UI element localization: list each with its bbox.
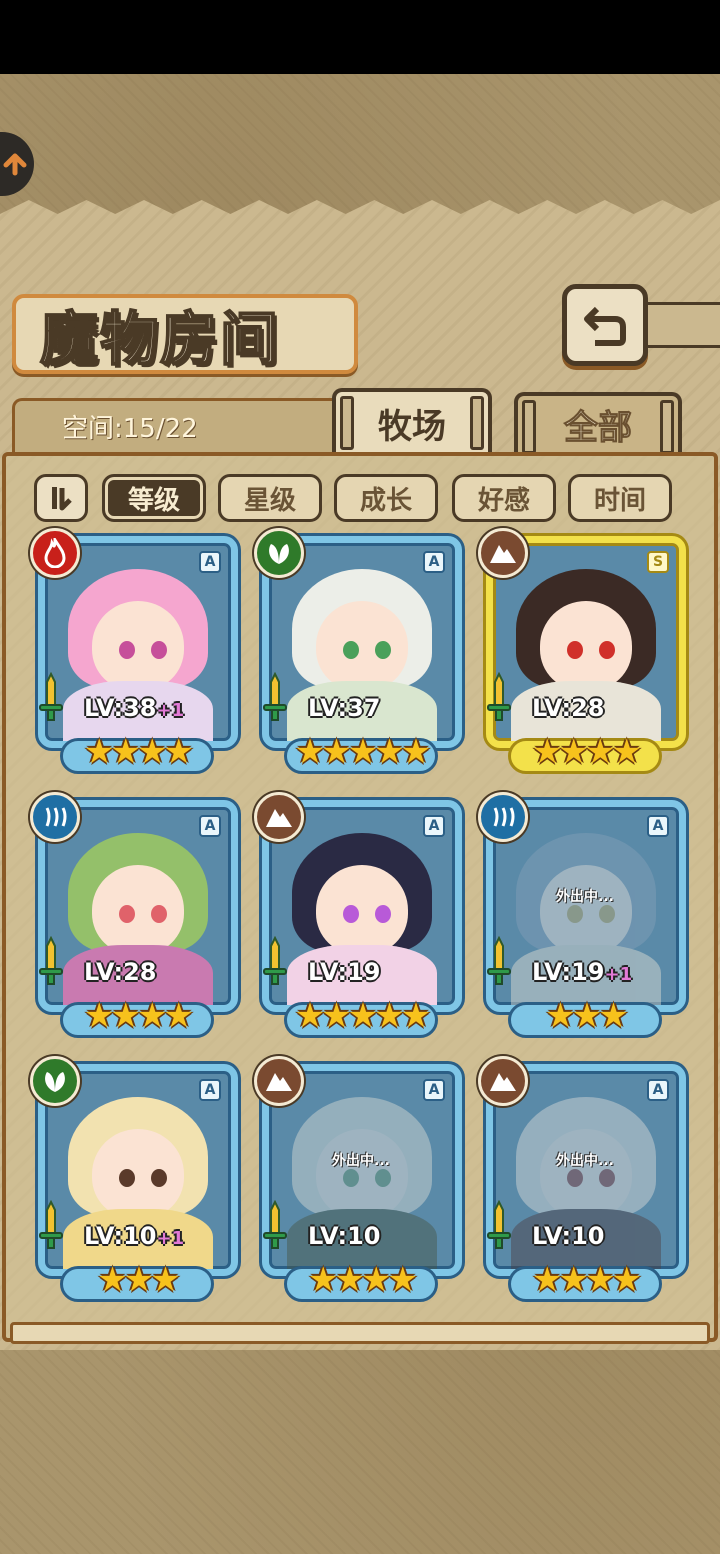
monster-card[interactable]: A 外出中... LV:10 ★★★★ [254,1056,464,1302]
monster-card[interactable]: A 外出中... LV:19+1 ★★★ [478,792,688,1038]
star-rating: ★★★★ [84,996,194,1036]
earth-element-icon [254,1056,304,1106]
level-value: LV:28 [84,958,157,986]
level-value: LV:38 [84,694,157,722]
rank-badge: A [423,551,445,573]
sword-icon [39,672,63,721]
leaf-element-icon [30,1056,80,1106]
level-label: LV:37 [308,694,380,722]
rank-badge: A [423,1079,445,1101]
monster-card[interactable]: A 外出中... LV:10 ★★★★ [478,1056,688,1302]
rank-badge: A [199,551,221,573]
earth-element-icon [478,528,528,578]
sword-icon [487,1200,511,1249]
away-status: 外出中... [556,889,614,905]
level-label: LV:10 [532,1222,604,1250]
rank-badge: A [647,815,669,837]
level-label: LV:10 [308,1222,380,1250]
sword-icon [263,936,287,985]
return-icon [584,306,626,346]
level-label: LV:28 [84,958,156,986]
level-value: LV:19 [532,958,605,986]
rank-badge: A [423,815,445,837]
sword-icon [39,936,63,985]
level-bonus: +1 [604,964,633,985]
monster-card[interactable]: A LV:19 ★★★★★ [254,792,464,1038]
rank-badge: A [647,1079,669,1101]
level-label: LV:19+1 [532,958,632,986]
tab-all[interactable]: 全部 [514,392,682,454]
sword-icon [487,936,511,985]
monster-card[interactable]: A LV:10+1 ★★★ [30,1056,240,1302]
sword-icon [263,1200,287,1249]
frame-bottom-rail [10,1322,710,1344]
star-rating: ★★★★★ [294,996,431,1036]
monster-card[interactable]: S LV:28 ★★★★ [478,528,688,774]
away-status: 外出中... [556,1153,614,1169]
level-label: LV:10+1 [84,1222,184,1250]
level-label: LV:28 [532,694,604,722]
rank-badge: A [199,1079,221,1101]
level-label: LV:19 [308,958,380,986]
level-value: LV:10 [84,1222,157,1250]
sort-affection-button[interactable]: 好感 [452,474,556,522]
space-counter: 空间:15/22 [62,414,198,444]
sort-time-button[interactable]: 时间 [568,474,672,522]
rank-badge: A [199,815,221,837]
return-strip [640,302,720,348]
monster-card[interactable]: A LV:38+1 ★★★★ [30,528,240,774]
status-bar-area [0,0,720,74]
sort-growth-button[interactable]: 成长 [334,474,438,522]
level-value: LV:28 [532,694,605,722]
sort-star-button[interactable]: 星级 [218,474,322,522]
star-rating: ★★★ [545,996,628,1036]
sword-icon [487,672,511,721]
sort-level-button[interactable]: 等级 [102,474,206,522]
return-button[interactable] [562,284,648,366]
rank-badge: S [647,551,669,573]
sort-order-toggle[interactable] [34,474,88,522]
level-bonus: +1 [156,700,185,721]
level-value: LV:10 [308,1222,381,1250]
title-plaque: 魔物房间 [12,294,358,374]
water-element-icon [478,792,528,842]
back-arrow-icon [3,153,27,176]
sword-icon [263,672,287,721]
star-rating: ★★★★ [84,732,194,772]
star-rating: ★★★★ [308,1260,418,1300]
sort-order-icon [52,487,72,511]
star-rating: ★★★ [97,1260,180,1300]
star-rating: ★★★★ [532,1260,642,1300]
fire-element-icon [30,528,80,578]
level-value: LV:10 [532,1222,605,1250]
star-rating: ★★★★★ [294,732,431,772]
leaf-element-icon [254,528,304,578]
level-value: LV:37 [308,694,381,722]
monster-card[interactable]: A LV:37 ★★★★★ [254,528,464,774]
away-status: 外出中... [332,1153,390,1169]
sword-icon [39,1200,63,1249]
earth-element-icon [478,1056,528,1106]
tab-ranch[interactable]: 牧场 [332,388,492,454]
page-title: 魔物房间 [39,304,281,374]
earth-element-icon [254,792,304,842]
monster-card[interactable]: A LV:28 ★★★★ [30,792,240,1038]
star-rating: ★★★★ [532,732,642,772]
level-label: LV:38+1 [84,694,184,722]
water-element-icon [30,792,80,842]
level-value: LV:19 [308,958,381,986]
level-bonus: +1 [156,1228,185,1249]
